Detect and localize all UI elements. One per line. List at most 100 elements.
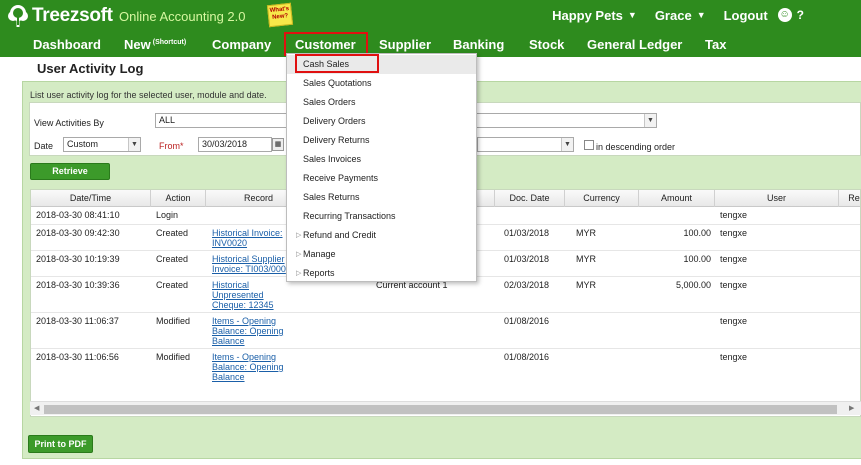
cell-action: Created [156, 280, 189, 290]
menu-sales-orders[interactable]: Sales Orders [287, 93, 476, 112]
cell-doc-date: 01/03/2018 [504, 254, 550, 264]
submenu-arrow-icon: ▷ [296, 270, 302, 277]
col-re[interactable]: Re [839, 190, 860, 207]
tagline: Online Accounting 2.0 [119, 9, 246, 24]
chevron-down-icon: ▼ [128, 138, 140, 151]
menu-sales-quotations[interactable]: Sales Quotations [287, 74, 476, 93]
nav-dashboard[interactable]: Dashboard [33, 37, 101, 52]
cell-user: tengxe [720, 254, 748, 264]
cell-datetime: 2018-03-30 10:39:36 [36, 280, 120, 290]
help-icon[interactable]: ? [797, 8, 804, 22]
cell-record-link[interactable]: Items - Opening Balance: Opening Balance [212, 352, 287, 382]
logo-text: Treezsoft [32, 5, 113, 26]
view-by-value: ALL [159, 115, 176, 125]
cell-doc-date: 01/08/2016 [504, 316, 550, 326]
logout-link[interactable]: Logout [724, 8, 768, 23]
print-pdf-button[interactable]: Print to PDF [28, 435, 93, 453]
view-by-label: View Activities By [34, 118, 104, 128]
nav-new-label: New [124, 37, 151, 52]
cell-amount: 100.00 [683, 254, 711, 264]
col-user[interactable]: User [715, 190, 839, 207]
cell-record-link[interactable]: Items - Opening Balance: Opening Balance [212, 316, 287, 346]
company-selector[interactable]: Happy Pets ▼ [552, 8, 637, 23]
descending-label: in descending order [596, 142, 676, 152]
user-settings-icon[interactable]: ☺ [777, 8, 792, 22]
chevron-down-icon: ▼ [627, 10, 637, 20]
cell-record-link[interactable]: Historical Unpresented Cheque: 12345 [212, 280, 292, 310]
cell-user: tengxe [720, 352, 748, 362]
chevron-down-icon: ▼ [644, 114, 656, 127]
cell-doc-date: 01/08/2016 [504, 352, 550, 362]
table-row[interactable]: 2018-03-30 11:06:56 Modified Items - Ope… [31, 349, 860, 385]
menu-recurring-transactions[interactable]: Recurring Transactions [287, 207, 476, 226]
cell-amount: 5,000.00 [675, 280, 711, 290]
nav-supplier[interactable]: Supplier [379, 37, 431, 52]
cash-sales-highlight [295, 54, 379, 73]
nav-general-ledger[interactable]: General Ledger [587, 37, 682, 52]
nav-new-shortcut: (Shortcut) [152, 38, 187, 46]
from-date-input[interactable]: 30/03/2018 [198, 137, 272, 152]
col-currency[interactable]: Currency [565, 190, 639, 207]
horizontal-scrollbar[interactable]: ◀ ▶ [30, 401, 861, 415]
retrieve-button[interactable]: Retrieve [30, 163, 110, 180]
descending-checkbox[interactable] [584, 140, 594, 150]
nav-stock[interactable]: Stock [529, 37, 564, 52]
cell-datetime: 2018-03-30 08:41:10 [36, 210, 120, 220]
menu-item-label: Refund and Credit [303, 230, 377, 240]
cell-doc-date: 02/03/2018 [504, 280, 550, 290]
nav-new[interactable]: New (Shortcut) [124, 37, 186, 52]
col-doc-date[interactable]: Doc. Date [495, 190, 565, 207]
top-bar: Treezsoft Online Accounting 2.0 What's N… [0, 0, 861, 32]
user-name: Grace [654, 7, 692, 23]
cell-doc-date: 01/03/2018 [504, 228, 550, 238]
menu-manage[interactable]: ▷ Manage [287, 245, 476, 264]
user-select[interactable]: ▼ [477, 137, 574, 152]
scroll-right-icon[interactable]: ▶ [849, 404, 854, 412]
menu-sales-returns[interactable]: Sales Returns [287, 188, 476, 207]
date-label: Date [34, 141, 54, 151]
scroll-left-icon[interactable]: ◀ [34, 404, 39, 412]
tree-logo-icon [8, 5, 28, 27]
menu-refund-and-credit[interactable]: ▷ Refund and Credit [287, 226, 476, 245]
menu-reports[interactable]: ▷ Reports [287, 264, 476, 283]
cell-user: tengxe [720, 316, 748, 326]
menu-item-label: Manage [303, 249, 336, 259]
table-row[interactable]: 2018-03-30 11:06:37 Modified Items - Ope… [31, 313, 860, 349]
cell-action: Created [156, 254, 189, 264]
cell-record-link[interactable]: Historical Invoice: INV0020 [212, 228, 287, 248]
cell-currency: MYR [576, 280, 596, 290]
logo[interactable]: Treezsoft [6, 4, 113, 28]
cell-user: tengxe [720, 210, 748, 220]
user-menu[interactable]: Grace ▼ [655, 8, 706, 23]
chevron-down-icon: ▼ [561, 138, 573, 151]
cell-action: Created [156, 228, 189, 238]
submenu-arrow-icon: ▷ [296, 251, 302, 258]
col-action[interactable]: Action [151, 190, 206, 207]
menu-delivery-orders[interactable]: Delivery Orders [287, 112, 476, 131]
nav-banking[interactable]: Banking [453, 37, 504, 52]
whats-new-badge[interactable]: What's New? [266, 2, 294, 28]
menu-sales-invoices[interactable]: Sales Invoices [287, 150, 476, 169]
cell-currency: MYR [576, 228, 596, 238]
cell-user: tengxe [720, 280, 748, 290]
calendar-icon[interactable]: ▦ [272, 138, 284, 151]
col-amount[interactable]: Amount [639, 190, 715, 207]
menu-delivery-returns[interactable]: Delivery Returns [287, 131, 476, 150]
page-title: User Activity Log [37, 61, 144, 76]
cell-action: Modified [156, 316, 191, 326]
date-range-select[interactable]: Custom ▼ [63, 137, 141, 152]
submenu-arrow-icon: ▷ [296, 232, 302, 239]
cell-datetime: 2018-03-30 10:19:39 [36, 254, 120, 264]
cell-datetime: 2018-03-30 09:42:30 [36, 228, 120, 238]
menu-receive-payments[interactable]: Receive Payments [287, 169, 476, 188]
date-range-value: Custom [67, 139, 99, 149]
cell-record-link[interactable]: Historical Supplier Invoice: TI003/000 [212, 254, 292, 274]
col-datetime[interactable]: Date/Time [31, 190, 151, 207]
cell-action: Modified [156, 352, 191, 362]
company-name: Happy Pets [552, 7, 623, 23]
scrollbar-thumb[interactable] [44, 405, 837, 414]
chevron-down-icon: ▼ [696, 10, 706, 20]
nav-company[interactable]: Company [212, 37, 271, 52]
nav-tax[interactable]: Tax [705, 37, 726, 52]
cell-datetime: 2018-03-30 11:06:56 [36, 352, 119, 362]
